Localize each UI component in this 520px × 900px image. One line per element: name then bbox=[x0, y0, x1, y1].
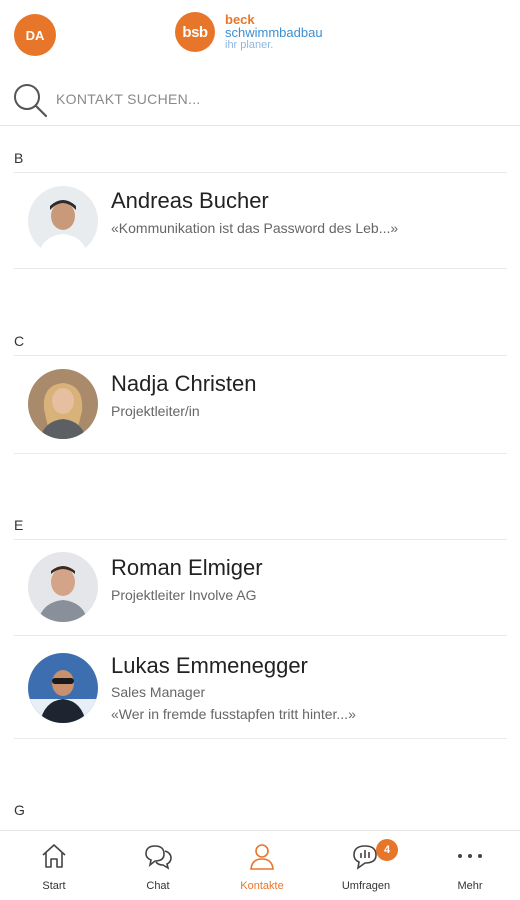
user-avatar[interactable]: DA bbox=[14, 14, 56, 56]
notification-badge: 4 bbox=[376, 839, 398, 861]
tab-label: Start bbox=[42, 880, 66, 892]
contact-row-roman-elmiger[interactable]: Roman Elmiger Projektleiter Involve AG bbox=[14, 539, 507, 635]
bottom-tab-bar: Start Chat Kontakte 4 Umfragen Mehr bbox=[0, 830, 520, 900]
tab-label: Chat bbox=[146, 880, 170, 892]
section-header-c: C bbox=[14, 333, 25, 349]
contact-name: Andreas Bucher bbox=[111, 188, 269, 213]
contact-row-lukas-emmenegger[interactable]: Lukas Emmenegger Sales Manager «Wer in f… bbox=[14, 635, 507, 738]
divider bbox=[14, 268, 507, 269]
search-icon[interactable] bbox=[12, 82, 48, 118]
contact-status: «Wer in fremde fusstapfen tritt hinter..… bbox=[111, 706, 356, 722]
logo-line-3: ihr planer. bbox=[225, 38, 274, 51]
contact-avatar bbox=[28, 552, 98, 622]
tab-mehr[interactable]: Mehr bbox=[418, 831, 520, 900]
contact-avatar bbox=[28, 653, 98, 723]
tab-kontakte[interactable]: Kontakte bbox=[210, 831, 314, 900]
tab-label: Mehr bbox=[457, 880, 483, 892]
contact-row-andreas-bucher[interactable]: Andreas Bucher «Kommunikation ist das Pa… bbox=[14, 172, 507, 268]
contact-role: Projektleiter Involve AG bbox=[111, 587, 257, 603]
contact-status: «Kommunikation ist das Password des Leb.… bbox=[111, 220, 399, 236]
contact-role: Projektleiter/in bbox=[111, 403, 200, 419]
contact-avatar bbox=[28, 186, 98, 256]
divider bbox=[14, 453, 507, 454]
app-header: DA bsb beck schwimmbadbau ihr planer. bbox=[0, 0, 520, 68]
chat-icon bbox=[145, 845, 172, 870]
contacts-icon bbox=[250, 844, 274, 870]
contact-search-bar bbox=[0, 76, 520, 126]
contact-avatar bbox=[28, 369, 98, 439]
search-input[interactable] bbox=[56, 88, 496, 110]
logo-line-1: beck bbox=[225, 11, 255, 27]
tab-start[interactable]: Start bbox=[2, 831, 106, 900]
tab-label: Umfragen bbox=[341, 880, 391, 892]
contact-name: Roman Elmiger bbox=[111, 555, 263, 580]
contact-name: Lukas Emmenegger bbox=[111, 653, 308, 678]
user-initials: DA bbox=[25, 27, 45, 43]
divider bbox=[14, 738, 507, 739]
home-icon bbox=[42, 844, 66, 868]
contact-role: Sales Manager bbox=[111, 684, 206, 700]
contact-row-nadja-christen[interactable]: Nadja Christen Projektleiter/in bbox=[14, 355, 507, 453]
tab-label: Kontakte bbox=[240, 880, 284, 892]
tab-chat[interactable]: Chat bbox=[106, 831, 210, 900]
section-header-e: E bbox=[14, 517, 24, 533]
section-header-g: G bbox=[14, 802, 25, 818]
logo-line-2: schwimmbadbau bbox=[225, 24, 323, 40]
section-header-b: B bbox=[14, 150, 24, 166]
more-icon bbox=[458, 854, 482, 858]
logo-mark-icon: bsb bbox=[175, 12, 215, 52]
company-logo: bsb beck schwimmbadbau ihr planer. bbox=[175, 12, 323, 52]
contact-name: Nadja Christen bbox=[111, 371, 257, 396]
tab-umfragen[interactable]: 4 Umfragen bbox=[314, 831, 418, 900]
